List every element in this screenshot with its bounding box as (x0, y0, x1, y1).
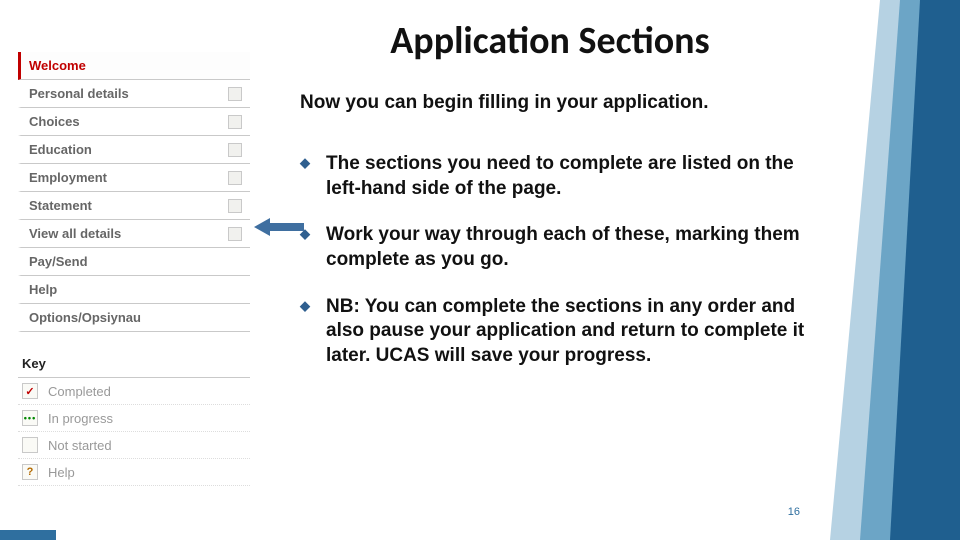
sidebar-item-education[interactable]: Education (18, 136, 250, 164)
sidebar-item-welcome[interactable]: Welcome (18, 52, 250, 80)
bullet-item: NB: You can complete the sections in any… (300, 295, 810, 369)
sidebar-item-pay-send[interactable]: Pay/Send (18, 248, 250, 276)
checkbox-icon (228, 143, 242, 157)
key-row-completed: ✓ Completed (18, 378, 250, 405)
checkbox-icon (228, 227, 242, 241)
sidebar-item-options[interactable]: Options/Opsiynau (18, 304, 250, 332)
sidebar-item-label: Personal details (29, 86, 129, 101)
help-icon: ? (22, 464, 38, 480)
main-content: Application Sections Now you can begin f… (290, 18, 810, 391)
checkbox-icon (228, 199, 242, 213)
sidebar-item-label: Employment (29, 170, 107, 185)
bullet-item: Work your way through each of these, mar… (300, 223, 810, 272)
key-row-label: Help (48, 465, 75, 480)
sidebar-item-statement[interactable]: Statement (18, 192, 250, 220)
footer-stripe (0, 530, 56, 540)
key-row-help: ? Help (18, 459, 250, 486)
sidebar-item-view-all-details[interactable]: View all details (18, 220, 250, 248)
slide-number: 16 (788, 506, 800, 518)
key-row-in-progress: ••• In progress (18, 405, 250, 432)
checkbox-icon (228, 87, 242, 101)
bullet-item: The sections you need to complete are li… (300, 152, 810, 201)
sidebar-item-label: Education (29, 142, 92, 157)
sidebar-item-label: Choices (29, 114, 80, 129)
intro-text: Now you can begin filling in your applic… (300, 92, 810, 114)
key-title: Key (18, 352, 250, 378)
sidebar-item-employment[interactable]: Employment (18, 164, 250, 192)
page-title: Application Sections (290, 18, 810, 64)
checkbox-icon (228, 171, 242, 185)
sidebar-item-label: Options/Opsiynau (29, 310, 141, 325)
bullet-list: The sections you need to complete are li… (290, 152, 810, 369)
sidebar-item-label: Statement (29, 198, 92, 213)
key-row-label: Not started (48, 438, 112, 453)
completed-icon: ✓ (22, 383, 38, 399)
in-progress-icon: ••• (22, 410, 38, 426)
sidebar-item-choices[interactable]: Choices (18, 108, 250, 136)
side-decoration (820, 0, 960, 540)
sidebar-nav: Welcome Personal details Choices Educati… (18, 52, 250, 486)
key-legend: Key ✓ Completed ••• In progress Not star… (18, 352, 250, 486)
sidebar-item-label: View all details (29, 226, 121, 241)
checkbox-icon (228, 115, 242, 129)
sidebar-item-personal-details[interactable]: Personal details (18, 80, 250, 108)
key-row-label: Completed (48, 384, 111, 399)
sidebar-item-label: Help (29, 282, 57, 297)
not-started-icon (22, 437, 38, 453)
key-row-not-started: Not started (18, 432, 250, 459)
sidebar-item-label: Pay/Send (29, 254, 88, 269)
sidebar-item-help[interactable]: Help (18, 276, 250, 304)
key-row-label: In progress (48, 411, 113, 426)
sidebar-item-label: Welcome (29, 58, 86, 73)
